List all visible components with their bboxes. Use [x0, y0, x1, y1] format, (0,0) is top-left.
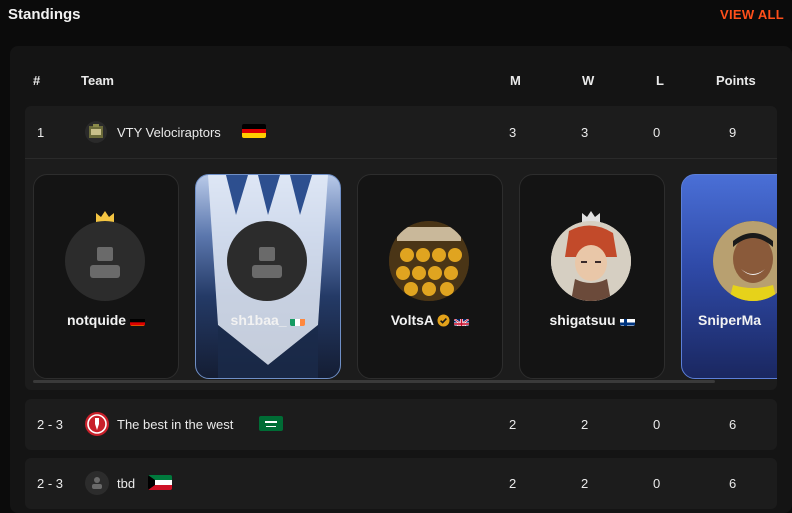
user-placeholder-icon: [90, 247, 120, 278]
row-team-name[interactable]: tbd: [117, 476, 135, 491]
col-losses-header: L: [656, 73, 664, 88]
carousel-scrollbar[interactable]: [33, 380, 715, 383]
col-points-header: Points: [716, 73, 756, 88]
row-losses: 0: [653, 476, 661, 491]
row-team-name[interactable]: The best in the west: [117, 417, 233, 432]
germany-flag-icon: [242, 124, 266, 138]
row-losses: 0: [653, 417, 661, 432]
player-card[interactable]: sh1baa_: [195, 174, 341, 379]
team-placeholder-icon: [85, 471, 109, 495]
avatar: [551, 221, 631, 301]
player-card[interactable]: SniperMa: [681, 174, 777, 379]
player-name[interactable]: shigatsuu: [520, 312, 664, 328]
player-card[interactable]: VoltsA: [357, 174, 503, 379]
avatar: [227, 221, 307, 301]
row-losses: 0: [653, 125, 661, 140]
user-placeholder-icon: [252, 247, 282, 278]
avatar: [713, 221, 777, 301]
verified-badge-icon: [437, 314, 450, 330]
player-name[interactable]: sh1baa_: [196, 312, 340, 328]
row-rank: 2 - 3: [37, 476, 64, 491]
avatar: [389, 221, 469, 301]
standings-row[interactable]: 2 - 3 The best in the west 2 2 0 6: [25, 399, 777, 450]
ireland-flag-icon: [290, 316, 306, 326]
col-wins-header: W: [582, 73, 595, 88]
col-matches-header: M: [510, 73, 521, 88]
germany-flag-icon: [130, 316, 145, 326]
divider: [25, 158, 777, 159]
player-cards-carousel[interactable]: notquide sh1baa_ VoltsA shigatsuu Sniper…: [25, 158, 777, 390]
saudi-arabia-flag-icon: [259, 416, 283, 431]
row-team-name[interactable]: VTY Velociraptors: [117, 125, 221, 140]
kuwait-flag-icon: [148, 475, 172, 490]
row-wins: 2: [581, 476, 589, 491]
standings-row[interactable]: 2 - 3 tbd 2 2 0 6: [25, 458, 777, 509]
velociraptors-logo-icon: [85, 121, 107, 143]
player-card[interactable]: shigatsuu: [519, 174, 665, 379]
avatar: [65, 221, 145, 301]
team-logo-icon: [85, 412, 109, 436]
avatar-photo: [551, 221, 631, 301]
united-kingdom-flag-icon: [454, 316, 470, 326]
row-points: 6: [729, 417, 737, 432]
player-name[interactable]: SniperMa: [698, 312, 761, 328]
row-rank: 2 - 3: [37, 417, 64, 432]
avatar-photo: [713, 221, 777, 301]
view-all-link[interactable]: VIEW ALL: [720, 7, 784, 22]
col-team-header: Team: [81, 73, 114, 88]
row-matches: 2: [509, 476, 517, 491]
finland-flag-icon: [619, 316, 635, 326]
player-name[interactable]: notquide: [34, 312, 178, 328]
row-wins: 2: [581, 417, 589, 432]
row-points: 6: [729, 476, 737, 491]
row-rank: 1: [37, 125, 45, 140]
player-card[interactable]: notquide: [33, 174, 179, 379]
standings-title: Standings: [8, 6, 81, 23]
row-wins: 3: [581, 125, 589, 140]
row-matches: 2: [509, 417, 517, 432]
avatar-photo: [389, 221, 469, 301]
col-rank-header: #: [33, 73, 41, 88]
standings-row[interactable]: 1 VTY Velociraptors 3 3 0 9: [25, 106, 777, 158]
row-matches: 3: [509, 125, 517, 140]
row-points: 9: [729, 125, 737, 140]
player-name[interactable]: VoltsA: [358, 312, 502, 330]
